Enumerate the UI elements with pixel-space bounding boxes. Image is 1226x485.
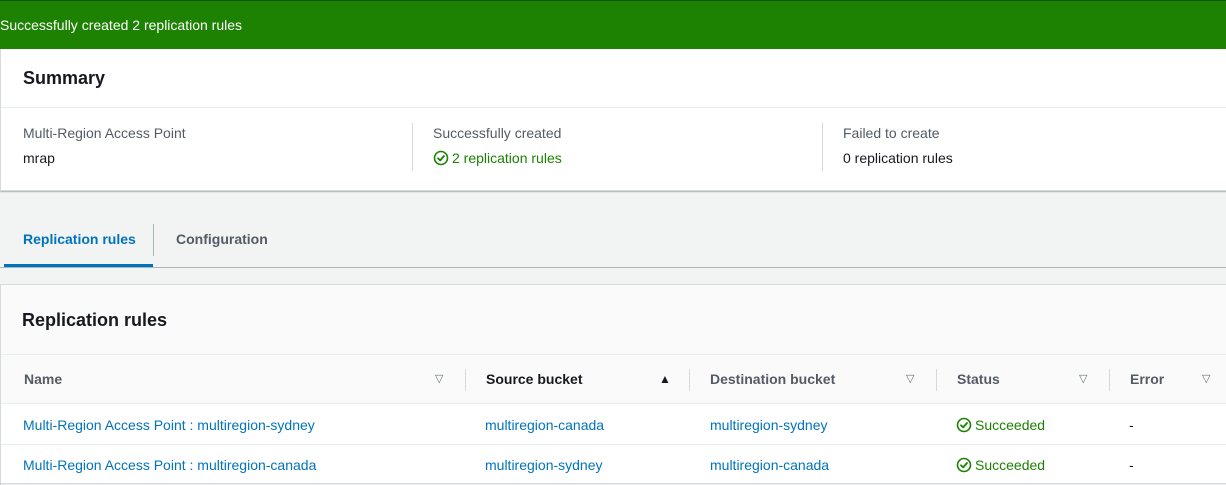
error-value: - [1129,417,1134,433]
summary-value: mrap [23,150,55,166]
tab-replication-rules[interactable]: Replication rules [23,211,136,267]
summary-title: Summary [1,49,1226,108]
summary-col-succeeded: Successfully created 2 replication rules [433,123,562,168]
check-circle-icon [956,457,972,473]
destination-bucket-link[interactable]: multiregion-canada [710,445,829,485]
column-header-source-bucket[interactable]: Source bucket [486,355,582,404]
table-row: Multi-Region Access Point : multiregion-… [1,405,1226,445]
column-header-error[interactable]: Error [1130,355,1164,404]
sort-caret-down-icon[interactable]: ▽ [906,355,914,404]
sort-caret-down-icon[interactable]: ▽ [1079,355,1087,404]
replication-rules-panel: Replication rules Name ▽ Source bucket ▲… [0,284,1226,485]
sort-caret-down-icon[interactable]: ▽ [435,355,443,404]
check-circle-icon [956,417,972,433]
table-row: Multi-Region Access Point : multiregion-… [1,445,1226,485]
tab-divider [153,224,154,256]
column-separator[interactable] [1109,369,1110,391]
error-value: - [1129,457,1134,473]
sort-ascending-icon[interactable]: ▲ [659,355,671,404]
sort-caret-down-icon[interactable]: ▽ [1202,355,1210,404]
tab-configuration[interactable]: Configuration [176,211,268,267]
destination-bucket-link[interactable]: multiregion-sydney [710,405,828,445]
success-flashbar: Successfully created 2 replication rules [0,0,1226,49]
tab-bar: Replication rules Configuration [0,211,1226,268]
table-header: Name ▽ Source bucket ▲ Destination bucke… [1,355,1226,404]
column-header-name[interactable]: Name [24,355,62,404]
flash-message: Successfully created 2 replication rules [0,17,243,33]
column-divider [822,123,823,171]
rule-name-link[interactable]: Multi-Region Access Point : multiregion-… [23,445,316,485]
column-separator[interactable] [465,369,466,391]
source-bucket-link[interactable]: multiregion-sydney [485,445,603,485]
summary-panel: Summary Multi-Region Access Point mrap S… [0,49,1226,191]
summary-columns: Multi-Region Access Point mrap Successfu… [1,108,1226,190]
status-indicator: Succeeded [956,405,1045,445]
column-divider [412,123,413,171]
summary-label: Successfully created [433,125,562,141]
status-indicator: Succeeded [956,445,1045,485]
active-tab-indicator [4,264,153,267]
summary-label: Multi-Region Access Point [23,125,186,141]
summary-col-access-point: Multi-Region Access Point mrap [23,123,186,168]
status-text: Succeeded [975,457,1046,473]
column-separator[interactable] [936,369,937,391]
summary-label: Failed to create [843,125,940,141]
column-header-status[interactable]: Status [957,355,1000,404]
rule-name-link[interactable]: Multi-Region Access Point : multiregion-… [23,405,315,445]
check-circle-icon [433,150,449,166]
summary-value: 0 replication rules [843,150,953,166]
status-text: Succeeded [975,417,1046,433]
success-count: 2 replication rules [452,150,562,166]
column-header-destination-bucket[interactable]: Destination bucket [710,355,835,404]
summary-value: 2 replication rules [433,148,562,168]
rules-title: Replication rules [1,285,1226,355]
column-separator[interactable] [689,369,690,391]
summary-col-failed: Failed to create 0 replication rules [843,123,953,168]
source-bucket-link[interactable]: multiregion-canada [485,405,604,445]
